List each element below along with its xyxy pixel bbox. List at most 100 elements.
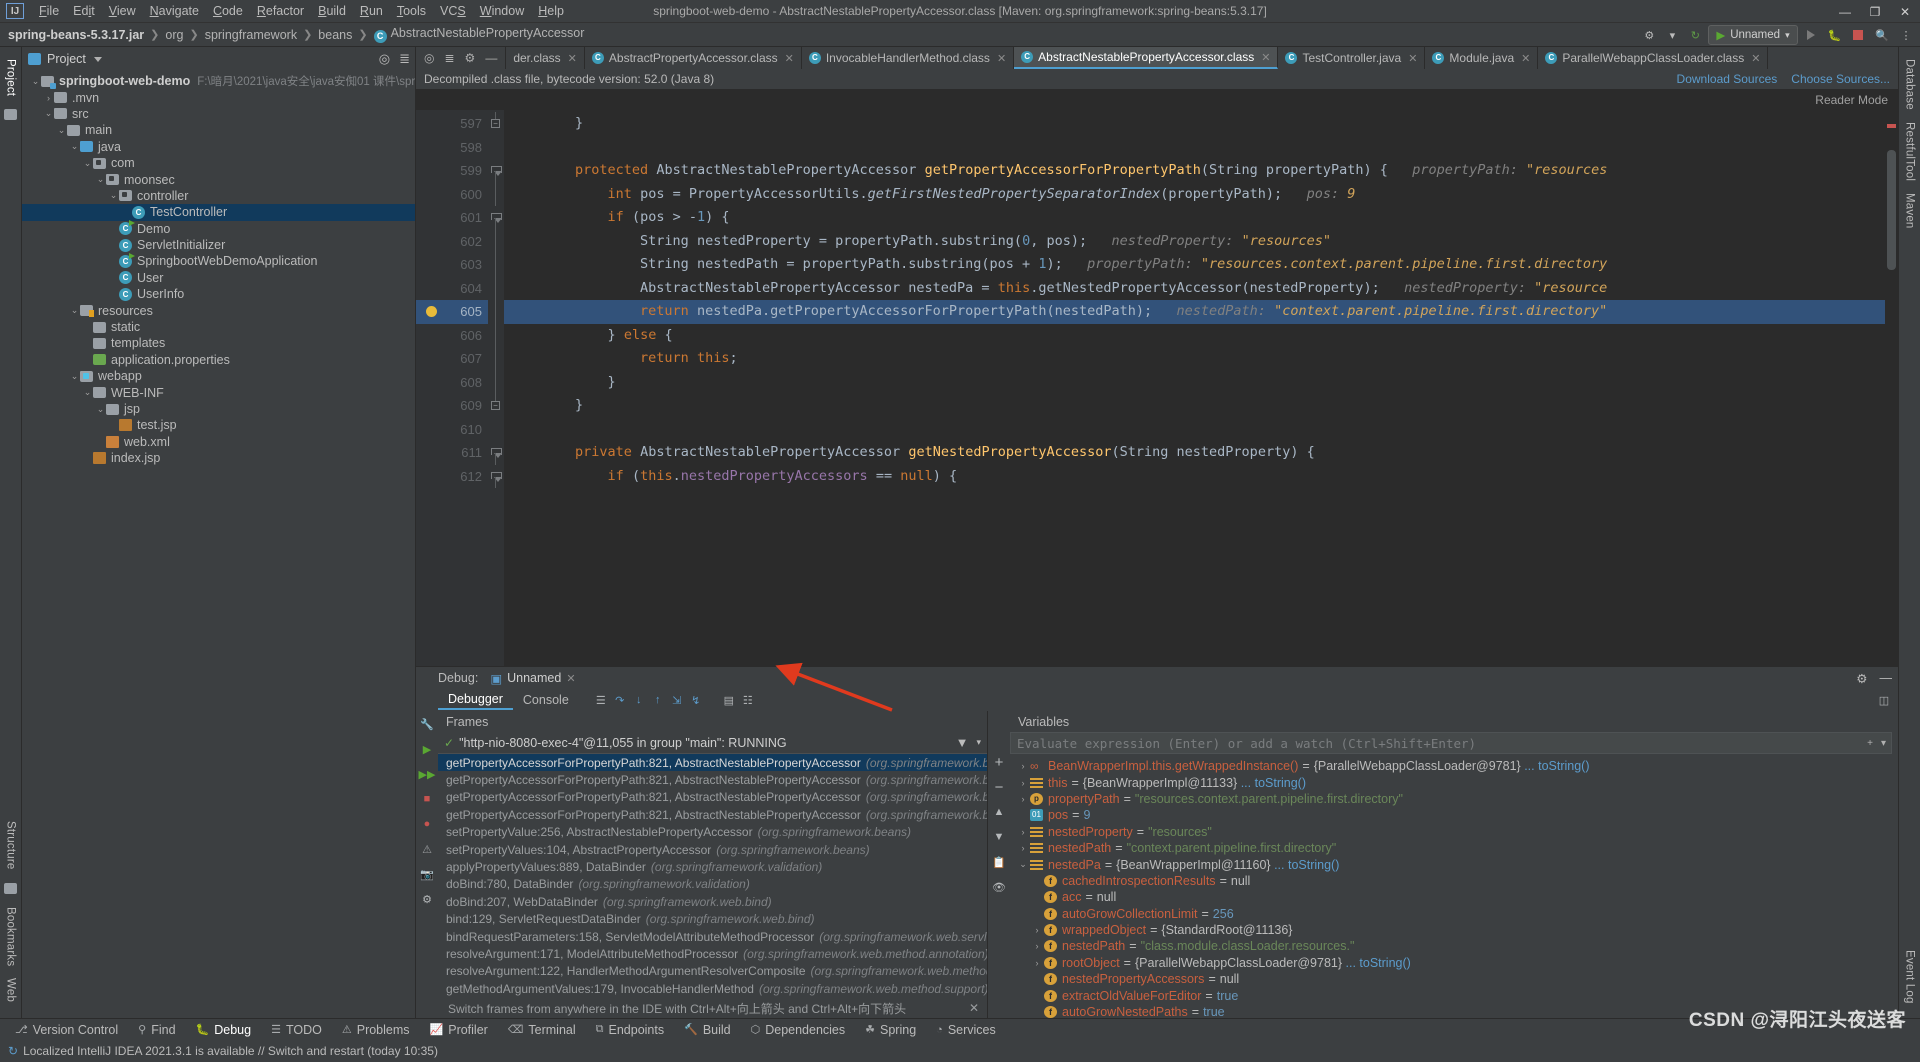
add-icon[interactable]: +	[1867, 738, 1873, 749]
close-icon[interactable]: ✕	[568, 52, 577, 65]
fold-cell[interactable]	[488, 370, 504, 394]
tree-node-servletinitializer[interactable]: C ServletInitializer	[22, 237, 415, 253]
camera-icon[interactable]: 📷	[420, 867, 434, 881]
tree-node-demo[interactable]: C Demo	[22, 220, 415, 237]
line-number[interactable]: 599	[416, 159, 488, 183]
close-icon[interactable]: ✕	[1751, 52, 1760, 65]
line-number[interactable]: 610	[416, 418, 488, 442]
variable-expand-arrow[interactable]: ›	[1016, 827, 1030, 837]
variable-row-cachedintrospectionresults[interactable]: f cachedIntrospectionResults = null	[1010, 873, 1898, 889]
code-line[interactable]: private AbstractNestablePropertyAccessor…	[504, 441, 1898, 465]
menu-icon[interactable]: ⋮	[1896, 25, 1916, 45]
frame-row[interactable]: getPropertyAccessorForPropertyPath:821, …	[438, 754, 987, 772]
breadcrumb-item-0[interactable]: spring-beans-5.3.17.jar	[6, 28, 146, 42]
code-line[interactable]: return nestedPa.getPropertyAccessorForPr…	[504, 300, 1898, 324]
variable-expand-arrow[interactable]: ›	[1030, 925, 1044, 935]
step-into-icon[interactable]: ↓	[631, 693, 647, 708]
variable-expand-arrow[interactable]: ›	[1030, 941, 1044, 951]
step-out-icon[interactable]: ⇲	[669, 693, 685, 708]
tree-node-resources[interactable]: ⌄ resources	[22, 302, 415, 318]
variable-row-nestedpa[interactable]: ⌄ nestedPa = {BeanWrapperImpl@11160} ... to…	[1010, 856, 1898, 872]
stop-icon[interactable]: ■	[420, 792, 434, 806]
tree-node-testcontroller[interactable]: C TestController	[22, 204, 415, 221]
debug-button[interactable]: 🐛	[1824, 25, 1846, 45]
tree-toggle-arrow[interactable]: ⌄	[69, 371, 80, 382]
frames-icon[interactable]: ☰	[593, 693, 609, 708]
move-down-icon[interactable]: ▼	[992, 830, 1006, 844]
variable-row-pos[interactable]: 01 pos = 9	[1010, 807, 1898, 823]
tree-node-web-xml[interactable]: web.xml	[22, 434, 415, 450]
close-icon[interactable]: ✕	[1408, 52, 1417, 65]
breadcrumb-item-4[interactable]: C AbstractNestablePropertyAccessor	[372, 26, 587, 43]
intention-bulb-icon[interactable]	[426, 306, 437, 318]
collapse-all-icon[interactable]: ≣	[399, 51, 410, 67]
stop-button[interactable]	[1848, 25, 1868, 45]
sort-icon[interactable]: ≣	[444, 51, 454, 65]
sidebar-item-bookmarks[interactable]: Bookmarks	[5, 901, 17, 972]
breadcrumb-item-1[interactable]: org	[163, 28, 185, 42]
layout-icon[interactable]: ☷	[740, 693, 756, 708]
tree-toggle-arrow[interactable]: ⌄	[69, 305, 80, 316]
fold-cell[interactable]	[488, 182, 504, 206]
frame-row[interactable]: getPropertyAccessorForPropertyPath:821, …	[438, 806, 987, 823]
error-stripe-mark[interactable]	[1887, 124, 1896, 128]
breakpoints-icon[interactable]: ●	[420, 817, 434, 831]
line-number[interactable]: 612	[416, 465, 488, 489]
fold-cell[interactable]	[488, 300, 504, 324]
menu-item-view[interactable]: View	[102, 2, 143, 20]
tree-node-jsp[interactable]: ⌄ jsp	[22, 401, 415, 417]
sidebar-item-structure[interactable]: Structure	[5, 815, 17, 875]
settings-icon[interactable]: ⚙	[1856, 671, 1867, 686]
chevron-down-icon[interactable]: ▾	[1881, 738, 1886, 749]
bottom-tab-spring[interactable]: ☘ Spring	[856, 1021, 925, 1039]
variable-row-wrappedobject[interactable]: › f wrappedObject = {StandardRoot@11136}	[1010, 922, 1898, 938]
menu-item-run[interactable]: Run	[353, 2, 390, 20]
tree-toggle-arrow[interactable]: ⌄	[82, 387, 93, 398]
project-tree[interactable]: ⌄ springboot-web-demo F:\暗月\2021\java安全\ja…	[22, 71, 415, 1018]
fold-collapse-icon[interactable]: −	[491, 401, 500, 410]
sidebar-item-event-log[interactable]: Event Log	[1904, 944, 1916, 1010]
fold-cell[interactable]	[488, 323, 504, 347]
variable-row-acc[interactable]: f acc = null	[1010, 889, 1898, 905]
tree-node--mvn[interactable]: › .mvn	[22, 89, 415, 105]
fold-cell[interactable]	[488, 136, 504, 160]
line-number[interactable]: 606	[416, 324, 488, 348]
editor-tab-der-class[interactable]: der.class ✕	[506, 47, 585, 69]
tree-node-templates[interactable]: templates	[22, 335, 415, 351]
line-number[interactable]: 598	[416, 136, 488, 160]
variable-row-nestedpropertyaccessors[interactable]: f nestedPropertyAccessors = null	[1010, 971, 1898, 987]
variable-expand-arrow[interactable]: ›	[1016, 778, 1030, 788]
evaluate-icon[interactable]: ▤	[721, 693, 737, 708]
fold-cell[interactable]: −	[488, 394, 504, 418]
run-configuration-selector[interactable]: ▶ Unnamed ▾	[1708, 25, 1798, 45]
step-over-icon[interactable]: ↷	[612, 693, 628, 708]
line-number[interactable]: 600	[416, 183, 488, 207]
bottom-tab-build[interactable]: 🔨 Build	[675, 1021, 740, 1039]
bottom-tab-endpoints[interactable]: ⧉ Endpoints	[587, 1021, 673, 1039]
tree-node-static[interactable]: static	[22, 319, 415, 335]
variable-expand-arrow[interactable]: ›	[1016, 794, 1030, 804]
frame-row[interactable]: resolveArgument:122, HandlerMethodArgume…	[438, 963, 987, 980]
line-number[interactable]: 609	[416, 394, 488, 418]
frame-row[interactable]: doBind:207, WebDataBinder (org.springfram…	[438, 893, 987, 910]
menu-item-build[interactable]: Build	[311, 2, 353, 20]
mute-breakpoints-icon[interactable]: ⚠	[420, 842, 434, 856]
reader-mode-label[interactable]: Reader Mode	[1815, 93, 1888, 107]
inspect-icon[interactable]: 👁	[992, 880, 1006, 894]
variable-tostring[interactable]: ... toString()	[1271, 858, 1339, 872]
fold-cell[interactable]	[488, 253, 504, 277]
tree-toggle-arrow[interactable]: ›	[43, 93, 54, 103]
variable-row-propertypath[interactable]: › p propertyPath = "resources.context.parent…	[1010, 791, 1898, 807]
fold-cell[interactable]	[488, 418, 504, 442]
fold-cell[interactable]	[488, 206, 504, 230]
move-up-icon[interactable]: ▲	[992, 805, 1006, 819]
chevron-down-icon[interactable]: ▾	[976, 737, 981, 748]
fold-cell[interactable]	[488, 159, 504, 183]
variable-tostring[interactable]: ... toString()	[1237, 776, 1306, 790]
copy-icon[interactable]: 📋	[992, 855, 1006, 869]
bottom-tab-debug[interactable]: 🐛 Debug	[187, 1021, 261, 1039]
tree-toggle-arrow[interactable]: ⌄	[43, 108, 54, 119]
code-folding-gutter[interactable]: − −	[488, 110, 504, 666]
frame-row[interactable]: setPropertyValue:256, AbstractNestablePr…	[438, 824, 987, 841]
menu-item-refactor[interactable]: Refactor	[250, 2, 311, 20]
